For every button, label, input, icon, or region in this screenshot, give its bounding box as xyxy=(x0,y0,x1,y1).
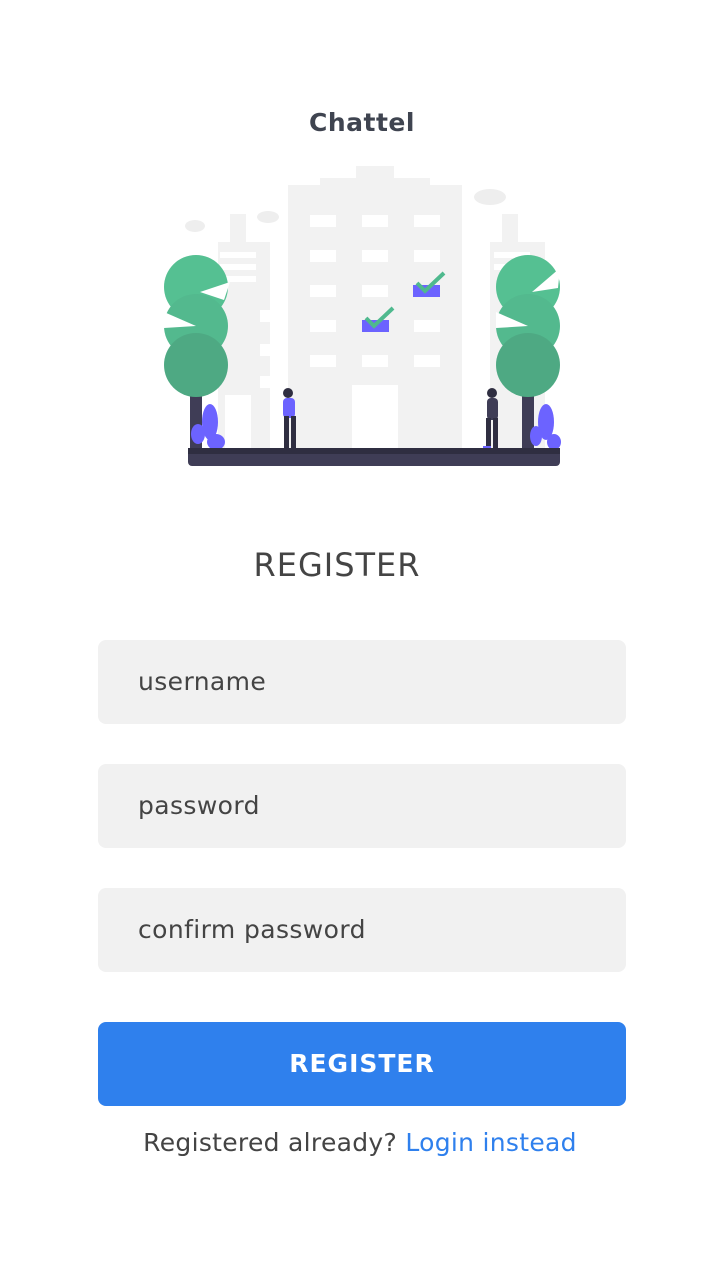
register-button[interactable]: REGISTER xyxy=(98,1022,626,1106)
confirm-password-input[interactable]: confirm password xyxy=(98,888,626,972)
password-input[interactable]: password xyxy=(98,764,626,848)
register-heading: REGISTER xyxy=(253,546,421,584)
city-illustration xyxy=(160,160,564,470)
username-input[interactable]: username xyxy=(98,640,626,724)
login-prompt-text: Registered already? xyxy=(143,1128,398,1157)
app-title: Chattel xyxy=(309,108,415,137)
login-prompt: Registered already? Login instead xyxy=(0,1128,720,1157)
register-screen: Chattel REGISTER username password confi… xyxy=(0,0,720,1280)
login-instead-link[interactable]: Login instead xyxy=(405,1128,576,1157)
